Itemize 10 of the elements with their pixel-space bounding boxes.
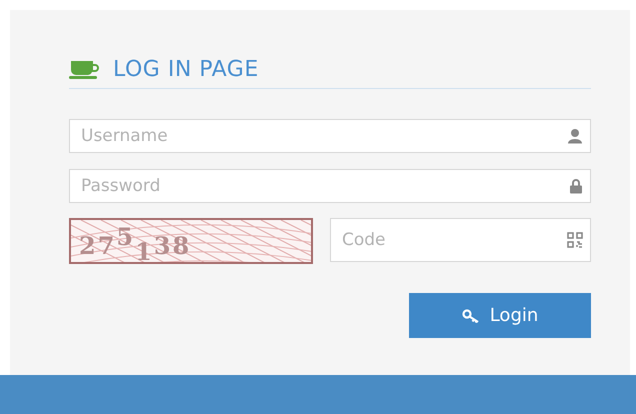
user-icon	[567, 128, 583, 144]
lock-icon	[569, 178, 583, 194]
page-title: LOG IN PAGE	[113, 57, 259, 82]
input-field[interactable]: Code	[330, 218, 591, 262]
input-field[interactable]: Username	[69, 119, 591, 153]
key-icon	[462, 308, 480, 322]
coffee-cup-icon	[69, 60, 101, 78]
login-button[interactable]: Login	[409, 293, 591, 338]
input-field[interactable]: Password	[69, 169, 591, 203]
qr-code-icon	[567, 232, 583, 248]
